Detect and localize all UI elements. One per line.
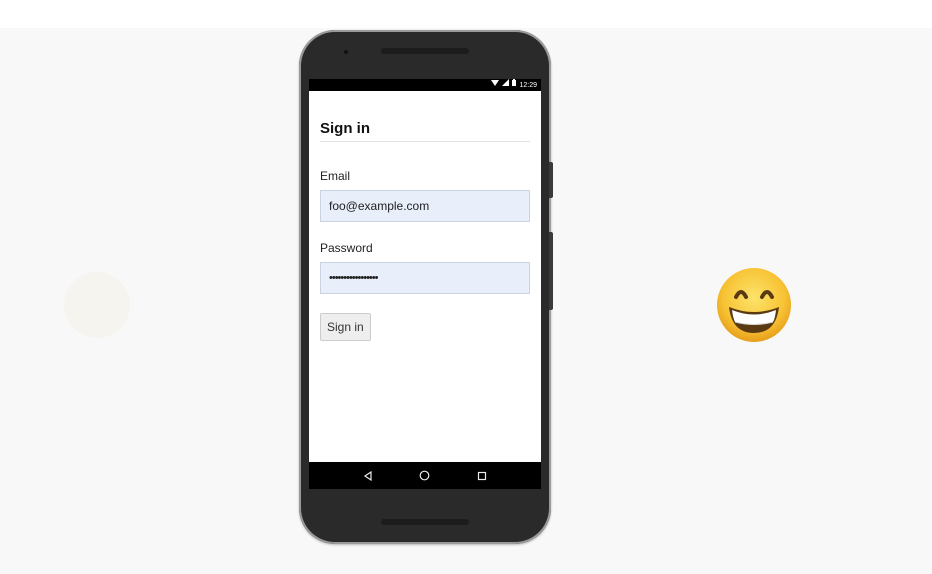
recents-icon[interactable] (476, 470, 488, 482)
front-camera (344, 50, 348, 54)
home-icon[interactable] (419, 470, 431, 482)
page-title: Sign in (320, 120, 530, 142)
password-label: Password (320, 241, 373, 255)
email-label: Email (320, 169, 351, 183)
android-nav-bar (309, 462, 541, 489)
bottom-speaker (381, 519, 469, 525)
email-field[interactable]: foo@example.com (320, 190, 530, 222)
grinning-face-icon (716, 267, 792, 343)
status-bar: 12:29 (309, 79, 541, 91)
phone-screen: 12:29 Sign in Email foo@example.com Pass… (309, 79, 541, 489)
back-icon[interactable] (362, 470, 374, 482)
password-field[interactable]: ••••••••••••••••• (320, 262, 530, 294)
faded-emoji-icon (64, 272, 130, 338)
email-value: foo@example.com (329, 199, 430, 213)
password-value: ••••••••••••••••• (329, 272, 378, 284)
sign-in-button[interactable]: Sign in (320, 313, 371, 341)
wifi-icon (491, 79, 500, 91)
sign-in-form: Sign in Email foo@example.com Password •… (309, 120, 541, 341)
volume-button (549, 232, 553, 310)
battery-icon (512, 79, 517, 91)
signal-icon (502, 79, 510, 91)
status-time: 12:29 (519, 81, 537, 89)
power-button (549, 162, 553, 198)
top-speaker (381, 48, 469, 54)
